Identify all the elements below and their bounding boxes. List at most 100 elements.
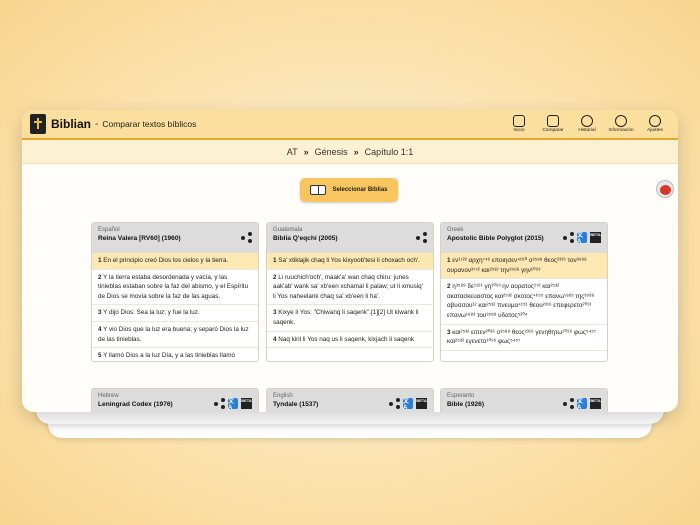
- translate-icon[interactable]: 文A: [228, 398, 238, 411]
- verse-number: 1: [273, 257, 277, 264]
- verse-number: 2: [447, 283, 451, 291]
- card-header: Esperanto Bible (1926) 文A BETA: [441, 389, 607, 412]
- info-icon: [615, 115, 627, 127]
- select-bibles-label: Seleccionar Biblias: [332, 187, 388, 193]
- verse[interactable]: 1 En el principio creó Dios los cielos y…: [92, 253, 258, 270]
- bible-logo-icon: [30, 114, 46, 134]
- beta-icon[interactable]: BETA: [241, 398, 252, 409]
- verse-number: 3: [273, 309, 277, 317]
- verse-text: Y llamó Dios a la luz Día, y a las tinie…: [103, 352, 235, 360]
- floating-widget-icon[interactable]: [656, 180, 674, 198]
- verse[interactable]: 1 εν¹⁷²² αρχη⁷⁴⁶ εποιησεν⁴¹⁶⁰ ο³⁵⁸⁸ θεος…: [441, 253, 607, 280]
- select-bibles-button[interactable]: Seleccionar Biblias: [300, 178, 398, 202]
- card-language: Español: [98, 227, 120, 233]
- translate-icon[interactable]: 文A: [577, 398, 587, 411]
- share-icon[interactable]: [563, 398, 574, 409]
- verse[interactable]: 3 και²⁵³² ειπεν²⁰³⁶ ο³⁵⁸⁸ θεος²³¹⁶ γενηθ…: [441, 325, 607, 351]
- beta-icon[interactable]: BETA: [590, 398, 601, 409]
- share-icon[interactable]: [389, 398, 400, 409]
- card-header: Español Reina Valera [RV60] (1960): [92, 223, 258, 253]
- verse-text: En el principio creó Dios los cielos y l…: [103, 257, 229, 264]
- card-header: Greek Apostolic Bible Polyglot (2015) 文A…: [441, 223, 607, 253]
- verse[interactable]: 5 Y llamó Dios a la luz Día, y a las tin…: [92, 348, 258, 361]
- bible-card: Esperanto Bible (1926) 文A BETA: [440, 388, 608, 412]
- bible-card: Hebrew Leningrad Codex (1976) 文A BETA: [91, 388, 259, 412]
- verse-text: η³⁵⁸⁸ δε¹¹⁶¹ γη¹⁰⁹³ ην αορατος¹⁷² και²⁵³…: [447, 283, 595, 319]
- share-icon[interactable]: [214, 398, 225, 409]
- nav-history[interactable]: Historial: [572, 115, 602, 133]
- card-actions: [241, 232, 252, 243]
- verse-number: 2: [273, 273, 277, 281]
- main-content: Seleccionar Biblias Español Reina Valera…: [22, 164, 678, 412]
- share-icon[interactable]: [563, 232, 574, 243]
- nav-label: Comparar: [542, 128, 564, 133]
- verse-number: 1: [447, 257, 451, 264]
- bible-card: Español Reina Valera [RV60] (1960) 1 En …: [91, 222, 259, 362]
- verse[interactable]: 3 Kixye li Yos: "Chiwanq li saqenk".[1][…: [267, 305, 433, 332]
- verse-text: Y dijo Dios: Sea la luz; y fue la luz.: [103, 309, 200, 317]
- home-icon: [513, 115, 525, 127]
- beta-icon[interactable]: BETA: [590, 232, 601, 243]
- app-window: Biblian - Comparar textos bíblicos Inici…: [22, 110, 678, 412]
- nav-settings[interactable]: Ajustes: [640, 115, 670, 133]
- verse-number: 1: [98, 257, 102, 264]
- verse[interactable]: 4 Y vio Dios que la luz era buena; y sep…: [92, 322, 258, 349]
- verse-number: 3: [447, 328, 451, 336]
- card-actions: [416, 232, 427, 243]
- bible-card: Guatemala Biblia Q'eqchi (2005) 1 Sa' xt…: [266, 222, 434, 362]
- card-actions: 文A BETA: [389, 398, 427, 411]
- breadcrumb-chevron-icon: »: [353, 146, 359, 157]
- breadcrumb-book[interactable]: Génesis: [315, 147, 348, 157]
- verse[interactable]: 2 Y la tierra estaba desordenada y vacía…: [92, 270, 258, 306]
- card-header: English Tyndale (1537) 文A BETA: [267, 389, 433, 412]
- verse-text: Naq kiril li Yos naq us li saqenk, kixja…: [278, 335, 415, 343]
- main-nav: Inicio Comparar Historial Información Aj…: [504, 115, 670, 133]
- card-title: Reina Valera [RV60] (1960): [98, 235, 181, 242]
- compare-icon: [547, 115, 559, 127]
- app-subtitle: Comparar textos bíblicos: [102, 119, 197, 129]
- nav-label: Historial: [578, 128, 596, 133]
- top-bar: Biblian - Comparar textos bíblicos Inici…: [22, 110, 678, 140]
- gear-icon: [649, 115, 661, 127]
- beta-icon[interactable]: BETA: [416, 398, 427, 409]
- verse-text: Sa' xtiklajik chaq li Yos kixyoob'tesi l…: [278, 257, 420, 264]
- verse-number: 3: [98, 309, 102, 317]
- history-icon: [581, 115, 593, 127]
- verse-number: 5: [98, 352, 102, 360]
- title-separator: -: [95, 118, 99, 130]
- nav-info[interactable]: Información: [606, 115, 636, 133]
- card-title: Biblia Q'eqchi (2005): [273, 235, 338, 242]
- nav-label: Inicio: [513, 128, 525, 133]
- verse-number: 2: [98, 273, 102, 281]
- card-header: Hebrew Leningrad Codex (1976) 文A BETA: [92, 389, 258, 412]
- bible-card: Greek Apostolic Bible Polyglot (2015) 文A…: [440, 222, 608, 362]
- verse[interactable]: 2 Li ruuchich'och', maak'a' wan chaq chi…: [267, 270, 433, 306]
- share-icon[interactable]: [416, 232, 427, 243]
- verse[interactable]: 4 Naq kiril li Yos naq us li saqenk, kix…: [267, 332, 433, 349]
- verse-number: 4: [273, 335, 277, 343]
- verse[interactable]: 2 η³⁵⁸⁸ δε¹¹⁶¹ γη¹⁰⁹³ ην αορατος¹⁷² και²…: [441, 279, 607, 325]
- translate-icon[interactable]: 文A: [577, 232, 587, 245]
- breadcrumb-chapter[interactable]: Capítulo 1:1: [365, 147, 414, 157]
- verse-text: εν¹⁷²² αρχη⁷⁴⁶ εποιησεν⁴¹⁶⁰ ο³⁵⁸⁸ θεος²³…: [447, 257, 587, 274]
- app-name: Biblian: [51, 117, 92, 131]
- card-actions: 文A BETA: [563, 232, 601, 245]
- share-icon[interactable]: [241, 232, 252, 243]
- verse[interactable]: 1 Sa' xtiklajik chaq li Yos kixyoob'tesi…: [267, 253, 433, 270]
- nav-home[interactable]: Inicio: [504, 115, 534, 133]
- verse-text: Y la tierra estaba desordenada y vacía, …: [98, 273, 249, 300]
- translate-icon[interactable]: 文A: [403, 398, 413, 411]
- verse-text: Y vio Dios que la luz era buena; y separ…: [98, 325, 249, 343]
- bible-card: English Tyndale (1537) 文A BETA: [266, 388, 434, 412]
- verse-number: 4: [98, 325, 102, 333]
- card-header: Guatemala Biblia Q'eqchi (2005): [267, 223, 433, 253]
- nav-label: Ajustes: [647, 128, 663, 133]
- card-actions: 文A BETA: [563, 398, 601, 411]
- verse[interactable]: 3 Y dijo Dios: Sea la luz; y fue la luz.: [92, 305, 258, 322]
- verse-text: Kixye li Yos: "Chiwanq li saqenk".[1][2]…: [273, 309, 419, 326]
- breadcrumb-testament[interactable]: AT: [287, 147, 298, 157]
- breadcrumb: AT » Génesis » Capítulo 1:1: [22, 140, 678, 164]
- nav-compare[interactable]: Comparar: [538, 115, 568, 133]
- nav-label: Información: [608, 128, 634, 133]
- verse-text: και²⁵³² ειπεν²⁰³⁶ ο³⁵⁸⁸ θεος²³¹⁶ γενηθητ…: [447, 328, 597, 346]
